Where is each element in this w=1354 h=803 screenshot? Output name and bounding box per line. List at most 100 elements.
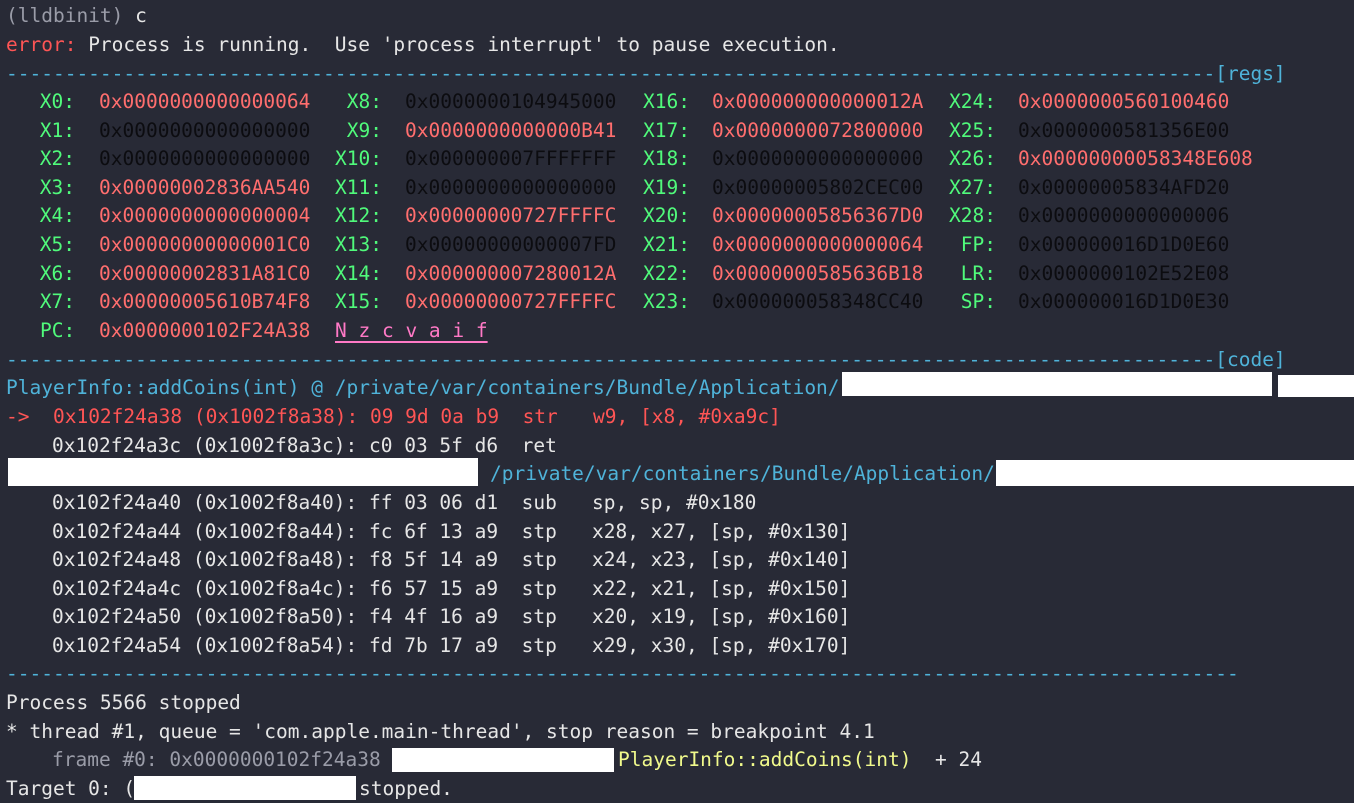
register-name: X0:: [39, 90, 75, 113]
register-name: X1:: [39, 118, 75, 142]
register-name: FP:: [960, 233, 996, 256]
register-name: SP:: [960, 290, 996, 314]
redaction-box: [134, 776, 356, 800]
redaction-box: [1278, 375, 1354, 397]
register-name: X18:: [643, 147, 690, 171]
register-name: X16:: [643, 90, 690, 113]
redaction-box: [842, 372, 1272, 396]
regs-separator: ----------------------------------------…: [6, 60, 1286, 88]
frame-offset: + 24: [911, 748, 982, 771]
register-value: 0x0000000000000000: [99, 118, 311, 142]
register-value: 0x0000000581356E00: [1018, 118, 1230, 142]
register-value: 0x00000000000007FD: [405, 233, 617, 256]
current-instruction: 0x102f24a38 (0x1002f8a38): 09 9d 0a b9 s…: [52, 405, 781, 428]
register-value: 0x00000005802CEC00: [712, 175, 924, 199]
register-value: 0x00000002831A81C0: [99, 261, 311, 285]
error-label: error:: [6, 33, 77, 56]
register-name: X15:: [335, 290, 382, 314]
register-name: X28:: [949, 204, 996, 228]
instruction-line: 0x102f24a44 (0x1002f8a44): fc 6f 13 a9 s…: [52, 519, 851, 543]
register-value: 0x000000007280012A: [405, 261, 617, 285]
register-name: X12:: [335, 204, 382, 228]
register-value: 0x0000000072800000: [712, 118, 924, 142]
register-value: 0x000000007FFFFFFF: [405, 147, 617, 171]
register-value: 0x00000005834AFD20: [1018, 175, 1230, 199]
prompt-label: (lldbinit): [6, 4, 124, 27]
register-value: 0x0000000000000004: [99, 204, 311, 228]
pc-name: PC:: [40, 319, 76, 342]
register-name: X21:: [643, 233, 690, 256]
register-name: LR:: [960, 261, 996, 285]
instruction-line: 0x102f24a40 (0x1002f8a40): ff 03 06 d1 s…: [52, 491, 757, 514]
register-value: 0x00000000727FFFFC: [405, 204, 617, 228]
redaction-box: [392, 748, 614, 772]
register-name: X26:: [949, 147, 996, 171]
regs-tag: [regs]: [1215, 62, 1286, 85]
pc-value: 0x0000000102F24A38: [99, 319, 311, 342]
register-value: 0x000000016D1D0E60: [1018, 233, 1230, 256]
register-value: 0x00000005856367D0: [712, 204, 924, 228]
frame-function: PlayerInfo::addCoins(int): [618, 748, 912, 771]
instruction-line: 0x102f24a4c (0x1002f8a4c): f6 57 15 a9 s…: [52, 576, 851, 600]
error-line: error: Process is running. Use 'process …: [6, 31, 840, 59]
next-instruction: 0x102f24a3c (0x1002f8a3c): c0 03 5f d6 r…: [52, 434, 557, 457]
register-name: X20:: [643, 204, 690, 228]
second-path: /private/var/containers/Bundle/Applicati…: [490, 462, 995, 485]
register-name: X3:: [39, 175, 75, 199]
register-name: X5:: [39, 233, 75, 256]
frame-function-line: PlayerInfo::addCoins(int) + 24: [618, 746, 982, 774]
current-instruction-line: -> 0x102f24a38 (0x1002f8a38): 09 9d 0a b…: [6, 403, 781, 431]
regs-dashes: ----------------------------------------…: [6, 62, 1216, 85]
flags-value: N z c v a i f: [335, 319, 488, 342]
function-header: PlayerInfo::addCoins(int) @ /private/var…: [6, 376, 840, 399]
register-name: X13:: [335, 233, 382, 256]
register-value: 0x0000000104945000: [405, 90, 617, 113]
register-value: 0x0000000000000000: [99, 147, 311, 171]
register-value: 0x0000000000000000: [405, 175, 617, 199]
target-prefix: Target 0: (: [6, 777, 136, 800]
instruction-line: 0x102f24a50 (0x1002f8a50): f4 4f 16 a9 s…: [52, 605, 851, 629]
register-name: X24:: [949, 90, 996, 113]
register-name: X25:: [949, 118, 996, 142]
redaction-box: [996, 460, 1354, 486]
register-name: X8:: [346, 90, 382, 113]
process-status: Process 5566 stopped: [6, 691, 241, 714]
register-value: 0x00000002836AA540: [99, 175, 311, 199]
register-value: 0x000000000000012A: [712, 90, 924, 113]
instruction-line: 0x102f24a48 (0x1002f8a48): f8 5f 14 a9 s…: [52, 548, 851, 572]
code-separator: ----------------------------------------…: [6, 346, 1286, 374]
register-name: X9:: [346, 118, 382, 142]
instruction-line: 0x102f24a54 (0x1002f8a54): fd 7b 17 a9 s…: [52, 634, 851, 657]
register-name: X10:: [335, 147, 382, 171]
command-text: c: [123, 4, 147, 27]
code-tag: [code]: [1215, 348, 1286, 371]
register-value: 0x00000000000001C0: [99, 233, 311, 256]
target-suffix: stopped.: [359, 777, 453, 800]
register-name: X6:: [39, 261, 75, 285]
register-name: X22:: [643, 261, 690, 285]
register-value: 0x000000016D1D0E30: [1018, 290, 1230, 314]
register-name: X17:: [643, 118, 690, 142]
register-name: X7:: [39, 290, 75, 314]
register-value: 0x000000058348CC40: [712, 290, 924, 314]
frame-prefix: frame #0: 0x0000000102f24a38: [52, 748, 381, 771]
current-arrow: ->: [6, 405, 30, 428]
register-value: 0x00000000727FFFFC: [405, 290, 617, 314]
code-dashes: ----------------------------------------…: [6, 348, 1216, 371]
register-name: X27:: [949, 175, 996, 199]
register-value: 0x00000000058348E608: [1018, 147, 1253, 171]
register-name: X2:: [39, 147, 75, 171]
redaction-box: [8, 458, 478, 486]
register-name: X4:: [39, 204, 75, 228]
register-value: 0x0000000102E52E08: [1018, 261, 1230, 285]
register-value: 0x0000000000000064: [712, 233, 924, 256]
register-name: X23:: [643, 290, 690, 314]
register-value: 0x0000000000000000: [712, 147, 924, 171]
error-message: Process is running. Use 'process interru…: [76, 33, 840, 56]
register-name: X14:: [335, 261, 382, 285]
register-value: 0x0000000000000064: [99, 90, 311, 113]
register-name: X19:: [643, 175, 690, 199]
register-value: 0x0000000585636B18: [712, 261, 924, 285]
thread-status: * thread #1, queue = 'com.apple.main-thr…: [6, 720, 875, 743]
register-value: 0x0000000000000B41: [405, 118, 617, 142]
